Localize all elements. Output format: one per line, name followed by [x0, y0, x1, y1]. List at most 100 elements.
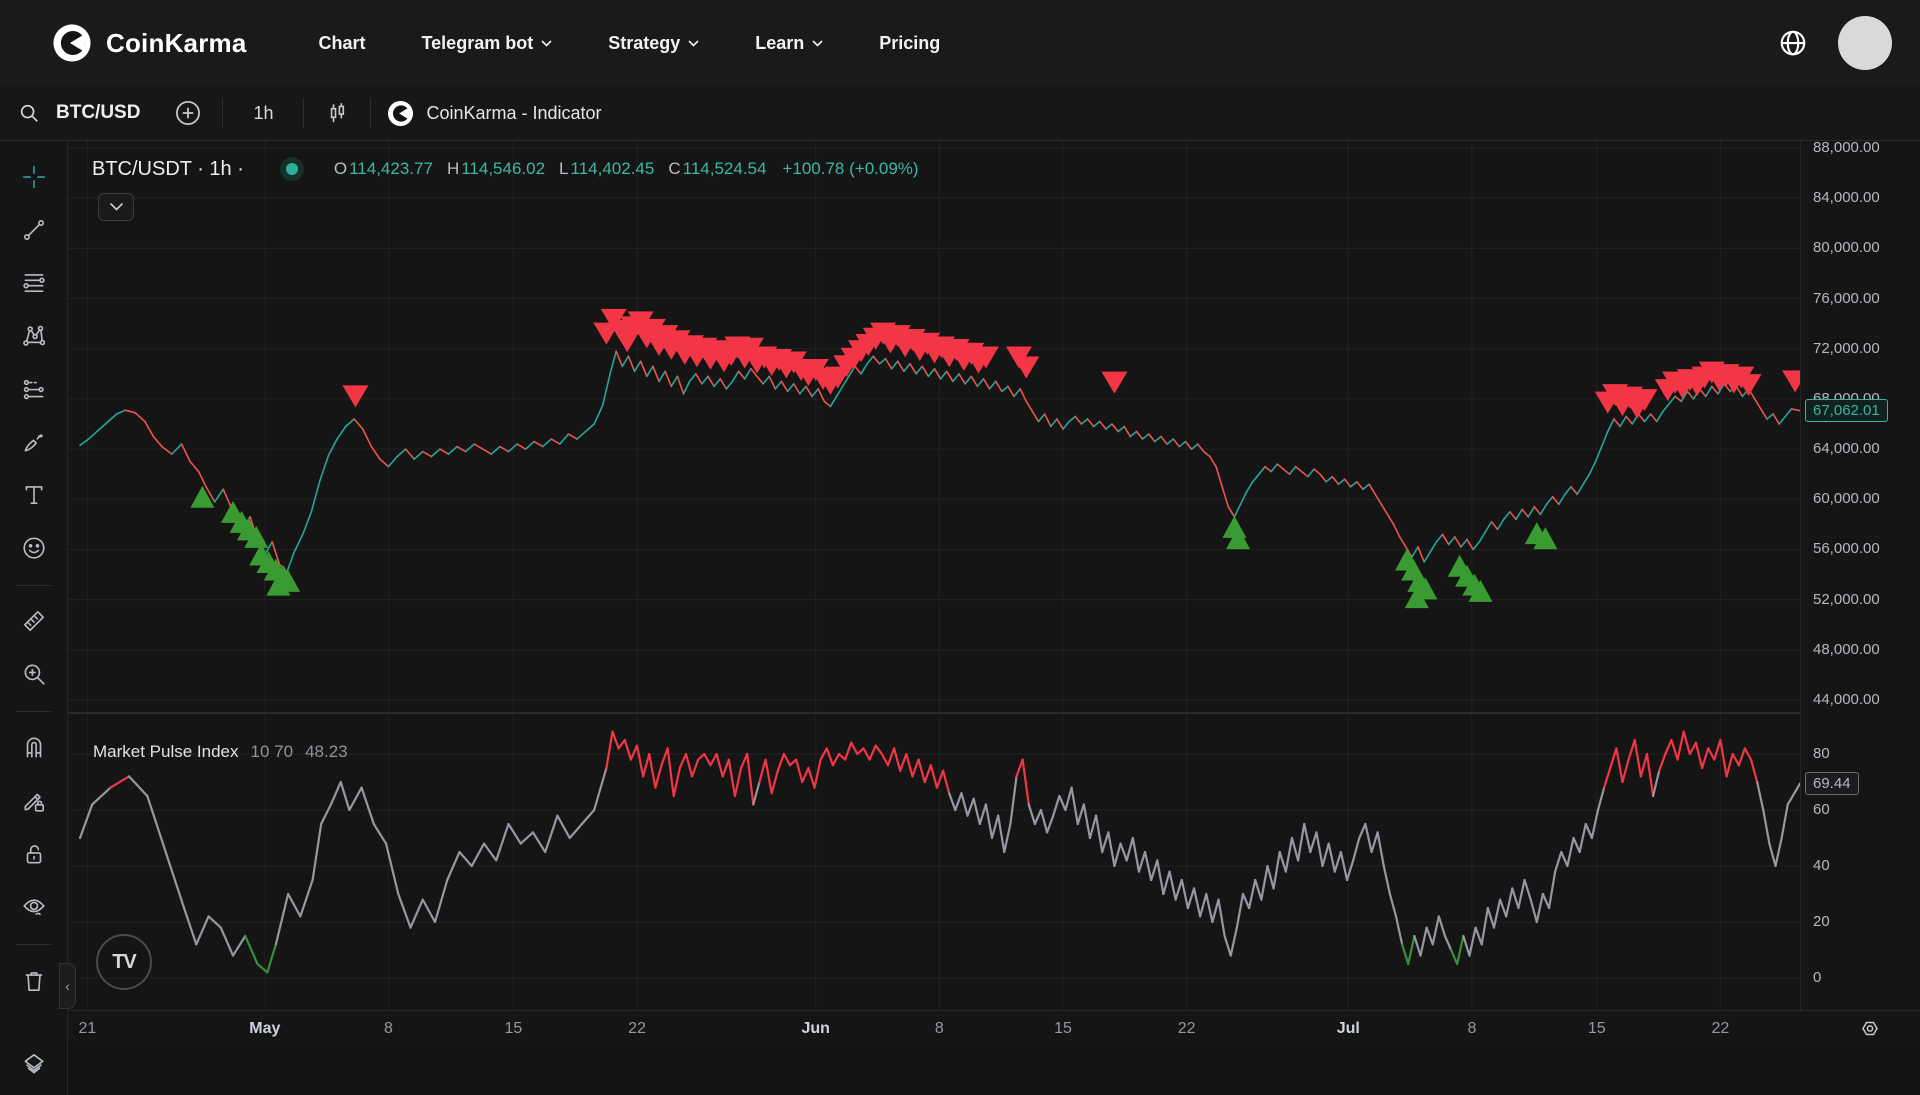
nav-item-learn[interactable]: Learn: [755, 33, 823, 54]
close-value: 114,524.54: [683, 159, 767, 178]
sell-signal-marker[interactable]: [1013, 357, 1039, 379]
price-tick-label: 52,000.00: [1813, 591, 1880, 609]
magnet-tool[interactable]: [12, 726, 56, 770]
prediction-tool[interactable]: [12, 367, 56, 411]
time-tick-label: 15: [483, 1020, 543, 1038]
collapse-drawing-panel-handle[interactable]: ‹: [59, 963, 76, 1009]
fib-retracement-tool[interactable]: [12, 261, 56, 305]
mpi-tick-label: 60: [1813, 801, 1830, 819]
bottom-strip: [68, 1047, 1920, 1095]
indicator-label: CoinKarma - Indicator: [426, 103, 601, 124]
chart-area: BTC/USDT · 1h · O114,423.77 H114,546.02 …: [68, 141, 1920, 1095]
nav-item-telegram-bot[interactable]: Telegram bot: [422, 33, 553, 54]
lock-all-tool[interactable]: [12, 832, 56, 876]
chart-toolbar: BTC/USD 1h CoinKarma - Indicator: [0, 86, 1920, 141]
time-tick-label: 22: [1157, 1020, 1217, 1038]
tradingview-watermark[interactable]: TV: [96, 934, 152, 990]
price-tick-label: 48,000.00: [1813, 641, 1880, 659]
time-tick-label: Jul: [1318, 1020, 1378, 1038]
symbol-search-icon[interactable]: [14, 98, 44, 128]
price-tick-label: 44,000.00: [1813, 691, 1880, 709]
hide-drawings-tool[interactable]: [12, 885, 56, 929]
mpi-title: Market Pulse Index: [93, 742, 239, 762]
mpi-tick-label: 80: [1813, 745, 1830, 763]
price-tick-label: 64,000.00: [1813, 440, 1880, 458]
symbol-search-input[interactable]: BTC/USD: [56, 102, 140, 124]
toolbar-divider: [16, 944, 52, 945]
drawing-toolbar: ‹: [0, 141, 68, 1095]
mpi-tick-label: 20: [1813, 913, 1830, 931]
symbol-legend-title: BTC/USDT · 1h ·: [92, 158, 244, 181]
ruler-tool[interactable]: [12, 600, 56, 644]
brush-tool[interactable]: [12, 420, 56, 464]
trend-line-tool[interactable]: [12, 208, 56, 252]
ohlc-values: O114,423.77 H114,546.02 L114,402.45 C114…: [334, 159, 919, 179]
sell-signal-marker[interactable]: [1782, 370, 1800, 392]
price-tick-label: 72,000.00: [1813, 340, 1880, 358]
toolbar-divider: [370, 98, 371, 128]
remove-drawings-tool[interactable]: [12, 959, 56, 1003]
time-tick-label: Jun: [786, 1020, 846, 1038]
compare-add-icon[interactable]: [170, 95, 206, 131]
price-tick-label: 80,000.00: [1813, 239, 1880, 257]
time-scale[interactable]: 21May81522Jun81522Jul81522: [68, 1010, 1920, 1047]
chevron-down-icon: [541, 40, 552, 47]
mpi-tick-label: 0: [1813, 969, 1821, 987]
toolbar-divider: [303, 98, 304, 128]
brand[interactable]: CoinKarma: [52, 23, 247, 63]
indicator-button[interactable]: CoinKarma - Indicator: [387, 100, 601, 127]
object-tree-tool[interactable]: [12, 1042, 56, 1086]
nav-item-strategy[interactable]: Strategy: [608, 33, 699, 54]
language-globe-icon[interactable]: [1774, 24, 1812, 62]
high-value: 114,546.02: [461, 159, 545, 178]
legend-collapse-button[interactable]: [98, 193, 134, 221]
toolbar-divider: [16, 711, 52, 712]
chevron-down-icon: [688, 40, 699, 47]
price-tick-label: 76,000.00: [1813, 290, 1880, 308]
low-value: 114,402.45: [571, 159, 655, 178]
sell-signal-marker[interactable]: [1101, 372, 1127, 394]
brand-name: CoinKarma: [106, 28, 247, 59]
mpi-params: 10 70: [251, 742, 294, 762]
time-tick-label: May: [235, 1020, 295, 1038]
zoom-in-tool[interactable]: [12, 652, 56, 696]
mpi-last-value-label: 69.44: [1805, 772, 1859, 795]
coinkarma-indicator-icon: [387, 100, 414, 127]
toolbar-divider: [16, 585, 52, 586]
nav-menu: Chart Telegram bot Strategy Learn Pricin…: [319, 33, 1775, 54]
drawing-lock-tool[interactable]: [12, 779, 56, 823]
mpi-value: 48.23: [305, 742, 348, 762]
emoji-tool[interactable]: [12, 526, 56, 570]
user-avatar[interactable]: [1838, 16, 1892, 70]
crosshair-tool[interactable]: [12, 155, 56, 199]
xabcd-pattern-tool[interactable]: [12, 314, 56, 358]
nav-item-chart[interactable]: Chart: [319, 33, 366, 54]
time-tick-label: 22: [1690, 1020, 1750, 1038]
nav-item-pricing[interactable]: Pricing: [879, 33, 940, 54]
time-tick-label: 8: [358, 1020, 418, 1038]
price-tick-label: 84,000.00: [1813, 189, 1880, 207]
change-value: +100.78 (+0.09%): [782, 159, 918, 179]
chart-style-candles-icon[interactable]: [320, 96, 354, 130]
price-chart-canvas[interactable]: [68, 141, 1800, 712]
top-nav: CoinKarma Chart Telegram bot Strategy Le…: [0, 0, 1920, 86]
main-series-legend[interactable]: BTC/USDT · 1h · O114,423.77 H114,546.02 …: [92, 157, 919, 181]
price-scale[interactable]: 88,000.00 84,000.00 80,000.00 76,000.00 72,0…: [1800, 141, 1920, 1010]
connection-status-dot[interactable]: [280, 157, 304, 181]
text-tool[interactable]: [12, 473, 56, 517]
price-tick-label: 88,000.00: [1813, 139, 1880, 157]
time-tick-label: 8: [1442, 1020, 1502, 1038]
chart-workspace: ‹ BTC/USDT · 1h · O114,423.77 H114,546.0…: [0, 141, 1920, 1095]
open-value: 114,423.77: [349, 159, 433, 178]
coinkarma-logo-icon: [52, 23, 92, 63]
mpi-legend[interactable]: Market Pulse Index 10 70 48.23: [93, 742, 348, 762]
time-scale-settings-icon[interactable]: [1858, 1018, 1882, 1047]
price-tick-label: 56,000.00: [1813, 540, 1880, 558]
time-tick-label: 8: [909, 1020, 969, 1038]
mpi-tick-label: 40: [1813, 857, 1830, 875]
buy-signal-marker[interactable]: [190, 486, 214, 508]
interval-button[interactable]: 1h: [239, 103, 287, 124]
time-tick-label: 15: [1033, 1020, 1093, 1038]
sell-signal-marker[interactable]: [342, 385, 368, 407]
last-price-label: 67,062.01: [1805, 399, 1888, 422]
